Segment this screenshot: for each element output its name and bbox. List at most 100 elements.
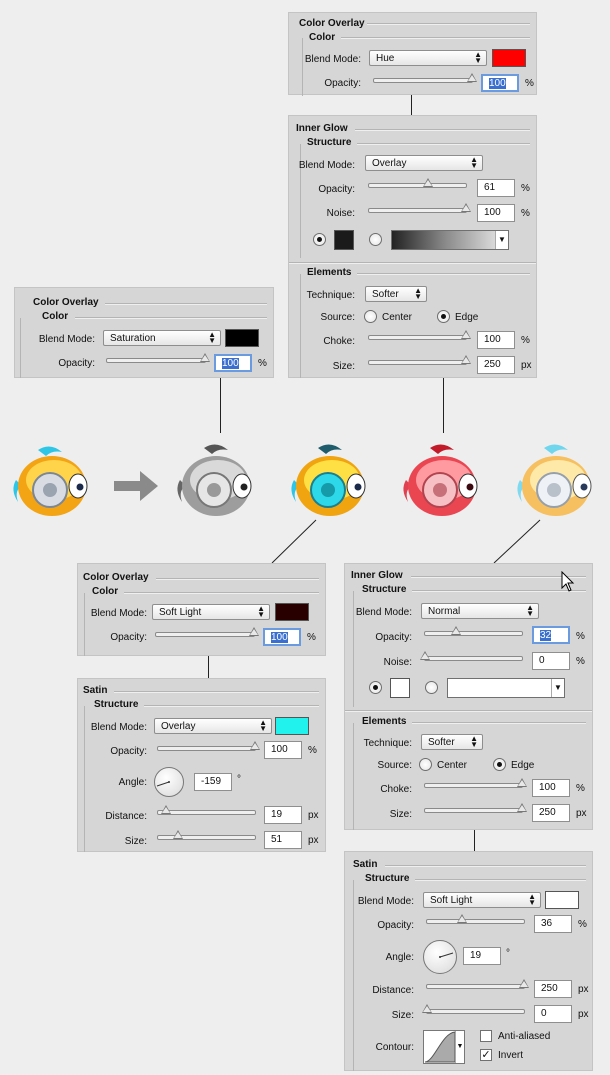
- mouse-cursor-icon: [561, 570, 575, 596]
- size-label: Size:: [124, 836, 147, 847]
- contour-label: Contour:: [375, 1042, 414, 1053]
- distance-input[interactable]: 19: [264, 806, 302, 824]
- panel-title: Satin: [353, 859, 378, 870]
- angle-dial[interactable]: [154, 767, 184, 797]
- chevron-updown-icon: ▲ ▼: [259, 718, 267, 733]
- noise-input[interactable]: 0: [532, 652, 570, 670]
- panel-title: Color Overlay: [83, 572, 149, 583]
- chevron-down-icon[interactable]: ▼: [551, 679, 564, 697]
- color-radio[interactable]: [369, 681, 382, 694]
- slider-thumb[interactable]: [420, 651, 430, 660]
- size-slider[interactable]: [424, 803, 527, 813]
- opacity-label: Opacity:: [375, 632, 412, 643]
- distance-input[interactable]: 250: [534, 980, 572, 998]
- gradient-picker[interactable]: ▼: [447, 678, 565, 698]
- angle-label: Angle:: [118, 777, 147, 788]
- blend-mode-label: Blend Mode:: [355, 607, 412, 618]
- slider-thumb[interactable]: [517, 803, 527, 812]
- blend-mode-select[interactable]: Normal ▲ ▼: [421, 603, 539, 619]
- arrow-right-icon: [112, 468, 160, 507]
- choke-slider[interactable]: [424, 778, 527, 788]
- angle-input[interactable]: 19: [463, 947, 501, 965]
- connector-line: [474, 830, 475, 851]
- blend-mode-select[interactable]: Soft Light ▲ ▼: [423, 892, 541, 908]
- slider-thumb[interactable]: [519, 979, 529, 988]
- panel-title: Satin: [83, 685, 108, 696]
- color-swatch-white[interactable]: [545, 891, 579, 909]
- distance-slider[interactable]: [157, 805, 256, 815]
- opacity-slider[interactable]: [157, 741, 260, 751]
- fish-red-icon: [398, 440, 488, 530]
- opacity-slider[interactable]: [155, 627, 259, 637]
- blend-mode-label: Blend Mode:: [90, 608, 147, 619]
- contour-curve-icon: [424, 1031, 456, 1063]
- opacity-label: Opacity:: [110, 632, 147, 643]
- slider-thumb[interactable]: [250, 741, 260, 750]
- distance-label: Distance:: [105, 811, 147, 822]
- invert-label: Invert: [498, 1050, 524, 1061]
- technique-label: Technique:: [363, 738, 412, 749]
- section-title: Color: [92, 586, 119, 597]
- slider-thumb[interactable]: [249, 627, 259, 636]
- satin-panel-bottom: Satin Structure Blend Mode: Overlay ▲ ▼ Op…: [77, 678, 326, 852]
- slider-thumb[interactable]: [160, 805, 171, 814]
- angle-dial[interactable]: [423, 940, 457, 974]
- chevron-updown-icon: ▲ ▼: [257, 604, 265, 619]
- size-label: Size:: [389, 809, 412, 820]
- color-swatch-white[interactable]: [390, 678, 410, 698]
- chevron-updown-icon: ▲ ▼: [528, 892, 536, 907]
- opacity-label: Opacity:: [377, 920, 414, 931]
- distance-slider[interactable]: [426, 979, 529, 989]
- opacity-slider[interactable]: [426, 914, 525, 924]
- opacity-input[interactable]: 36: [534, 915, 572, 933]
- slider-thumb[interactable]: [173, 830, 184, 839]
- noise-slider[interactable]: [420, 651, 523, 661]
- fish-cyan-icon: [286, 440, 376, 530]
- size-slider[interactable]: [422, 1004, 525, 1014]
- technique-select[interactable]: Softer ▲ ▼: [421, 734, 483, 750]
- source-edge-radio[interactable]: [493, 758, 506, 771]
- color-overlay-panel-bottom: Color Overlay Color Blend Mode: Soft Lig…: [77, 563, 326, 656]
- opacity-slider[interactable]: [424, 626, 523, 636]
- satin-panel-right: Satin Structure Blend Mode: Soft Light ▲ ▼…: [344, 851, 593, 1071]
- invert-checkbox[interactable]: ✓: [480, 1049, 492, 1061]
- angle-needle-icon: [439, 952, 454, 958]
- fish-grayscale-icon: [172, 440, 262, 530]
- angle-label: Angle:: [385, 952, 414, 963]
- section-title: Elements: [362, 716, 407, 727]
- source-center-radio[interactable]: [419, 758, 432, 771]
- size-input[interactable]: 51: [264, 831, 302, 849]
- slider-thumb[interactable]: [422, 1004, 432, 1013]
- angle-needle-icon: [156, 781, 170, 787]
- size-input[interactable]: 250: [532, 804, 570, 822]
- opacity-input[interactable]: 32: [532, 626, 570, 644]
- slider-thumb[interactable]: [456, 914, 467, 923]
- angle-input[interactable]: -159: [194, 773, 232, 791]
- blend-mode-label: Blend Mode:: [90, 722, 147, 733]
- color-swatch-dark-red[interactable]: [275, 603, 309, 621]
- section-title: Structure: [365, 873, 410, 884]
- fish-final-icon: [512, 440, 602, 530]
- blend-mode-select[interactable]: Soft Light ▲ ▼: [152, 604, 270, 620]
- color-swatch-cyan[interactable]: [275, 717, 309, 735]
- section-title: Structure: [362, 584, 407, 595]
- blend-mode-select[interactable]: Overlay ▲ ▼: [154, 718, 272, 734]
- contour-picker[interactable]: ▼: [423, 1030, 465, 1064]
- slider-thumb[interactable]: [517, 778, 527, 787]
- chevron-updown-icon: ▲ ▼: [526, 603, 534, 618]
- chevron-updown-icon: ▲ ▼: [470, 734, 478, 749]
- opacity-label: Opacity:: [110, 746, 147, 757]
- size-slider[interactable]: [157, 830, 256, 840]
- noise-label: Noise:: [383, 657, 412, 668]
- choke-label: Choke:: [380, 784, 412, 795]
- gradient-radio[interactable]: [425, 681, 438, 694]
- chevron-down-icon[interactable]: ▼: [455, 1031, 464, 1063]
- anti-aliased-checkbox[interactable]: [480, 1030, 492, 1042]
- opacity-input[interactable]: 100: [263, 628, 301, 646]
- size-input[interactable]: 0: [534, 1005, 572, 1023]
- choke-input[interactable]: 100: [532, 779, 570, 797]
- slider-thumb[interactable]: [451, 626, 462, 635]
- opacity-input[interactable]: 100: [264, 741, 302, 759]
- source-label: Source:: [377, 760, 412, 771]
- distance-label: Distance:: [372, 985, 414, 996]
